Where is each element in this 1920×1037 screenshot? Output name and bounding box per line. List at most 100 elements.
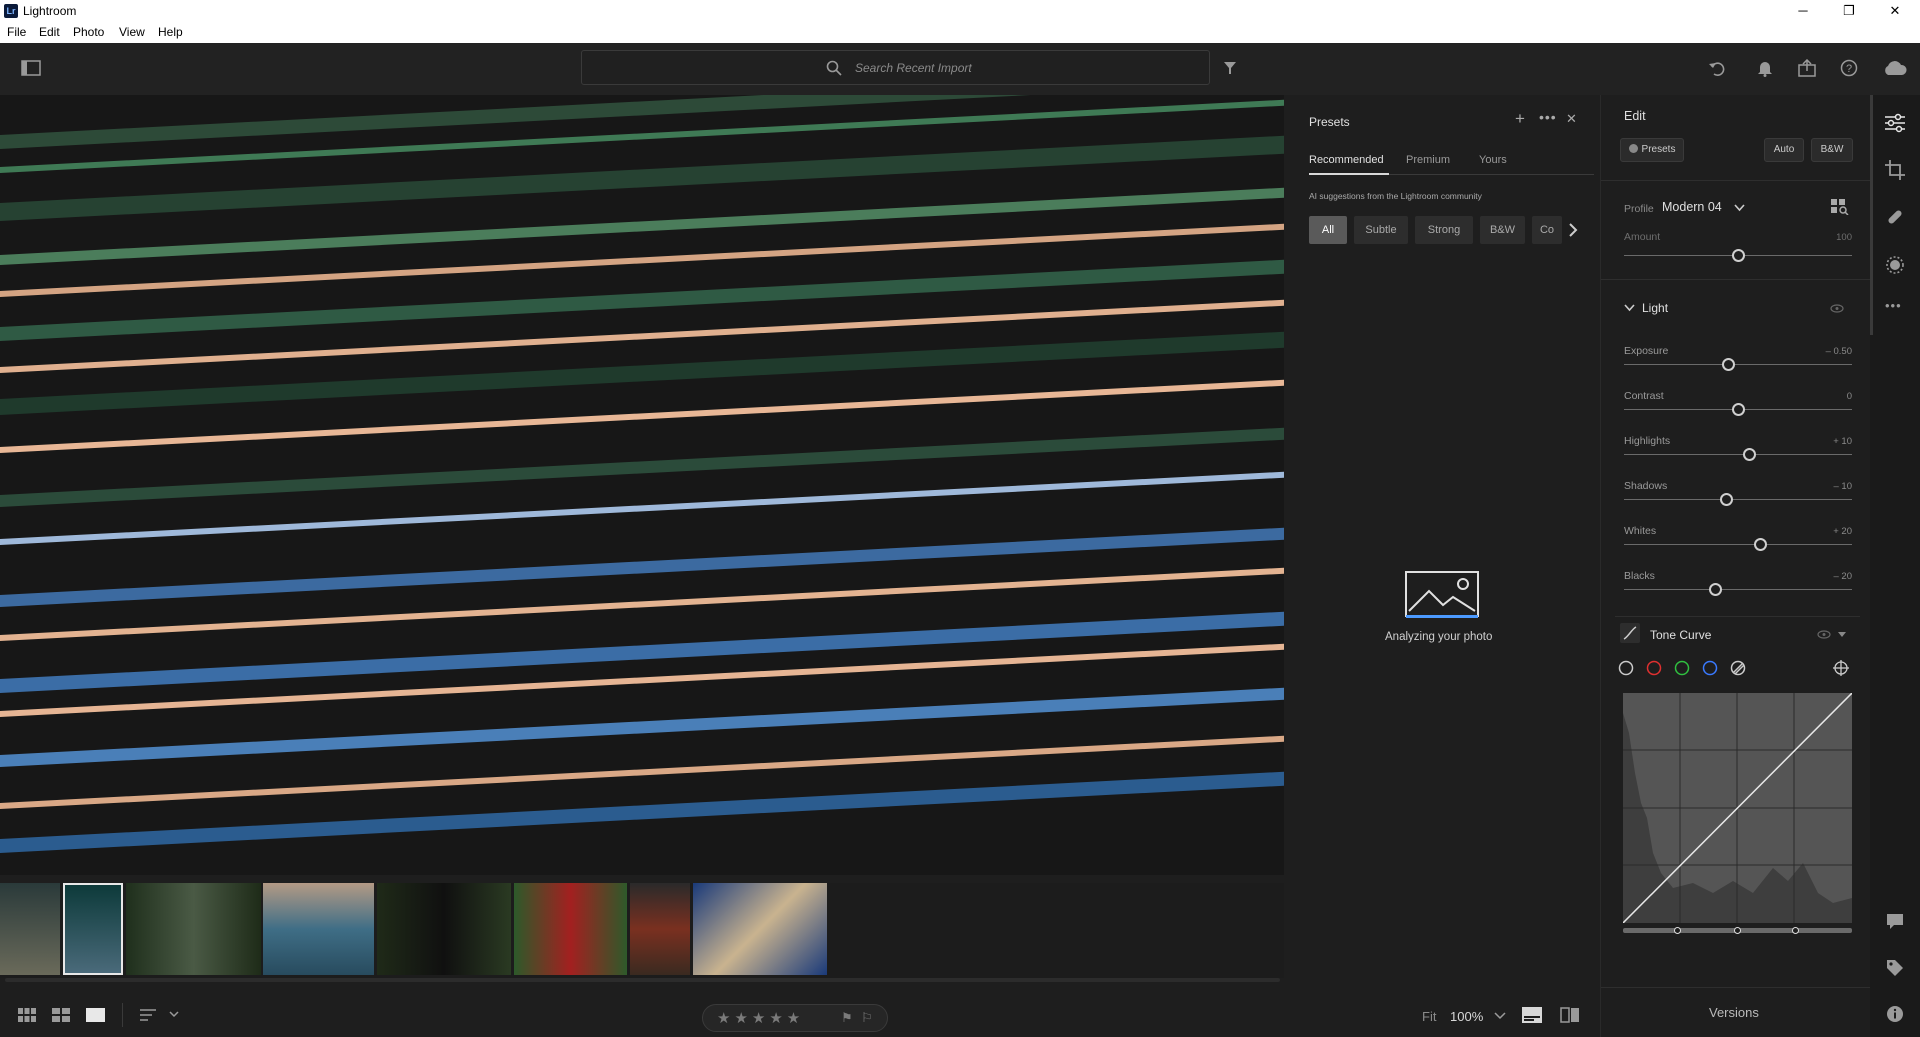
filmstrip-scrollbar[interactable] [5,978,1280,982]
tab-yours[interactable]: Yours [1479,154,1507,166]
tone-curve-title[interactable]: Tone Curve [1650,628,1711,642]
curve-region-knob[interactable] [1792,927,1799,934]
contrast-value[interactable]: 0 [1847,391,1852,402]
curve-parametric-icon[interactable] [1730,660,1746,676]
versions-button[interactable]: Versions [1709,1005,1759,1020]
tab-recommended[interactable]: Recommended [1309,154,1384,166]
square-grid-icon[interactable] [52,1008,70,1022]
profile-browser-icon[interactable] [1831,199,1849,215]
thumbnail[interactable] [693,883,827,975]
panel-scrollbar[interactable] [1870,95,1873,335]
keywords-tag-icon[interactable] [1886,959,1904,977]
menu-file[interactable]: File [7,25,26,39]
undo-icon[interactable] [1708,60,1726,77]
curve-green-icon[interactable] [1674,660,1690,676]
filter-bw[interactable]: B&W [1480,216,1525,244]
chevron-down-icon[interactable] [1624,304,1635,312]
grid-view-icon[interactable] [18,1008,36,1022]
maximize-button[interactable]: ❐ [1826,0,1872,22]
zoom-level[interactable]: 100% [1450,1009,1483,1024]
more-tools-icon[interactable]: ••• [1885,298,1902,313]
thumbnail[interactable] [0,883,60,975]
flag-icon[interactable]: ⚑ [841,1010,853,1026]
healing-icon[interactable] [1885,207,1905,227]
more-icon[interactable]: ••• [1539,109,1557,125]
thumbnail[interactable] [630,883,690,975]
exposure-value[interactable]: – 0.50 [1826,346,1852,357]
highlights-slider-track[interactable] [1624,454,1852,455]
eye-icon[interactable] [1830,304,1844,313]
menu-view[interactable]: View [119,25,145,39]
thumbnail-selected[interactable] [63,883,123,975]
cloud-icon[interactable] [1882,59,1908,77]
comments-icon[interactable] [1886,913,1904,930]
curve-region-knob[interactable] [1734,927,1741,934]
photo-viewer[interactable] [0,95,1284,875]
star-rating[interactable]: ★★★★★ [717,1009,804,1027]
fit-label[interactable]: Fit [1422,1009,1436,1024]
filter-strong[interactable]: Strong [1415,216,1473,244]
filter-subtle[interactable]: Subtle [1354,216,1408,244]
thumbnail[interactable] [263,883,374,975]
edit-sliders-icon[interactable] [1884,113,1906,133]
detail-view-icon[interactable] [86,1008,105,1022]
whites-slider-track[interactable] [1624,544,1852,545]
filter-all[interactable]: All [1309,216,1347,244]
caret-down-icon[interactable] [1838,632,1846,638]
tab-premium[interactable]: Premium [1406,154,1450,166]
curve-region-knob[interactable] [1674,927,1681,934]
shadows-slider-knob[interactable] [1720,493,1734,506]
shadows-slider-track[interactable] [1624,499,1852,500]
minimize-button[interactable]: ─ [1780,0,1826,22]
curve-rgb-icon[interactable] [1618,660,1634,676]
close-button[interactable]: ✕ [1872,0,1918,22]
whites-slider-knob[interactable] [1754,538,1768,551]
presets-button[interactable]: Presets [1620,138,1684,162]
light-section-title[interactable]: Light [1642,301,1668,315]
chevron-right-icon[interactable] [1568,223,1578,237]
menu-photo[interactable]: Photo [73,25,104,39]
thumbnail[interactable] [377,883,511,975]
exposure-slider-knob[interactable] [1722,358,1736,371]
highlights-slider-knob[interactable] [1742,448,1756,461]
thumbnail[interactable] [514,883,627,975]
sort-icon[interactable] [140,1009,180,1021]
add-icon[interactable]: + [1515,109,1525,129]
curve-red-icon[interactable] [1646,660,1662,676]
reject-flag-icon[interactable]: ⚐ [861,1010,873,1026]
bw-button[interactable]: B&W [1811,138,1853,162]
menu-edit[interactable]: Edit [39,25,60,39]
share-icon[interactable] [1798,59,1816,77]
highlights-value[interactable]: + 10 [1833,436,1852,447]
tone-curve-graph[interactable] [1623,693,1852,923]
compare-icon[interactable] [1560,1007,1580,1023]
amount-slider-knob[interactable] [1731,249,1745,262]
filter-co[interactable]: Co [1532,216,1562,244]
blacks-slider-track[interactable] [1624,589,1852,590]
eye-icon[interactable] [1817,630,1831,639]
notifications-icon[interactable] [1757,60,1773,77]
crop-icon[interactable] [1885,160,1905,180]
exposure-slider-track[interactable] [1624,364,1852,365]
filter-icon[interactable] [1223,61,1237,75]
search-input[interactable]: Search Recent Import [581,50,1210,85]
help-icon[interactable]: ? [1840,59,1858,77]
whites-value[interactable]: + 20 [1833,526,1852,537]
curve-blue-icon[interactable] [1702,660,1718,676]
info-overlay-icon[interactable] [1522,1007,1542,1023]
chevron-down-icon[interactable] [1734,204,1745,212]
sidebar-toggle-icon[interactable] [21,60,41,76]
blacks-slider-knob[interactable] [1708,583,1722,596]
masking-icon[interactable] [1885,255,1905,275]
target-adjust-icon[interactable] [1833,660,1849,676]
close-panel-icon[interactable]: ✕ [1566,111,1577,127]
profile-value[interactable]: Modern 04 [1662,200,1722,214]
contrast-slider-knob[interactable] [1731,403,1745,416]
thumbnail[interactable] [126,883,261,975]
blacks-value[interactable]: – 20 [1834,571,1853,582]
chevron-down-icon[interactable] [1494,1012,1506,1020]
auto-button[interactable]: Auto [1764,138,1804,162]
menu-help[interactable]: Help [158,25,183,39]
shadows-value[interactable]: – 10 [1834,481,1853,492]
info-icon[interactable] [1886,1005,1904,1023]
